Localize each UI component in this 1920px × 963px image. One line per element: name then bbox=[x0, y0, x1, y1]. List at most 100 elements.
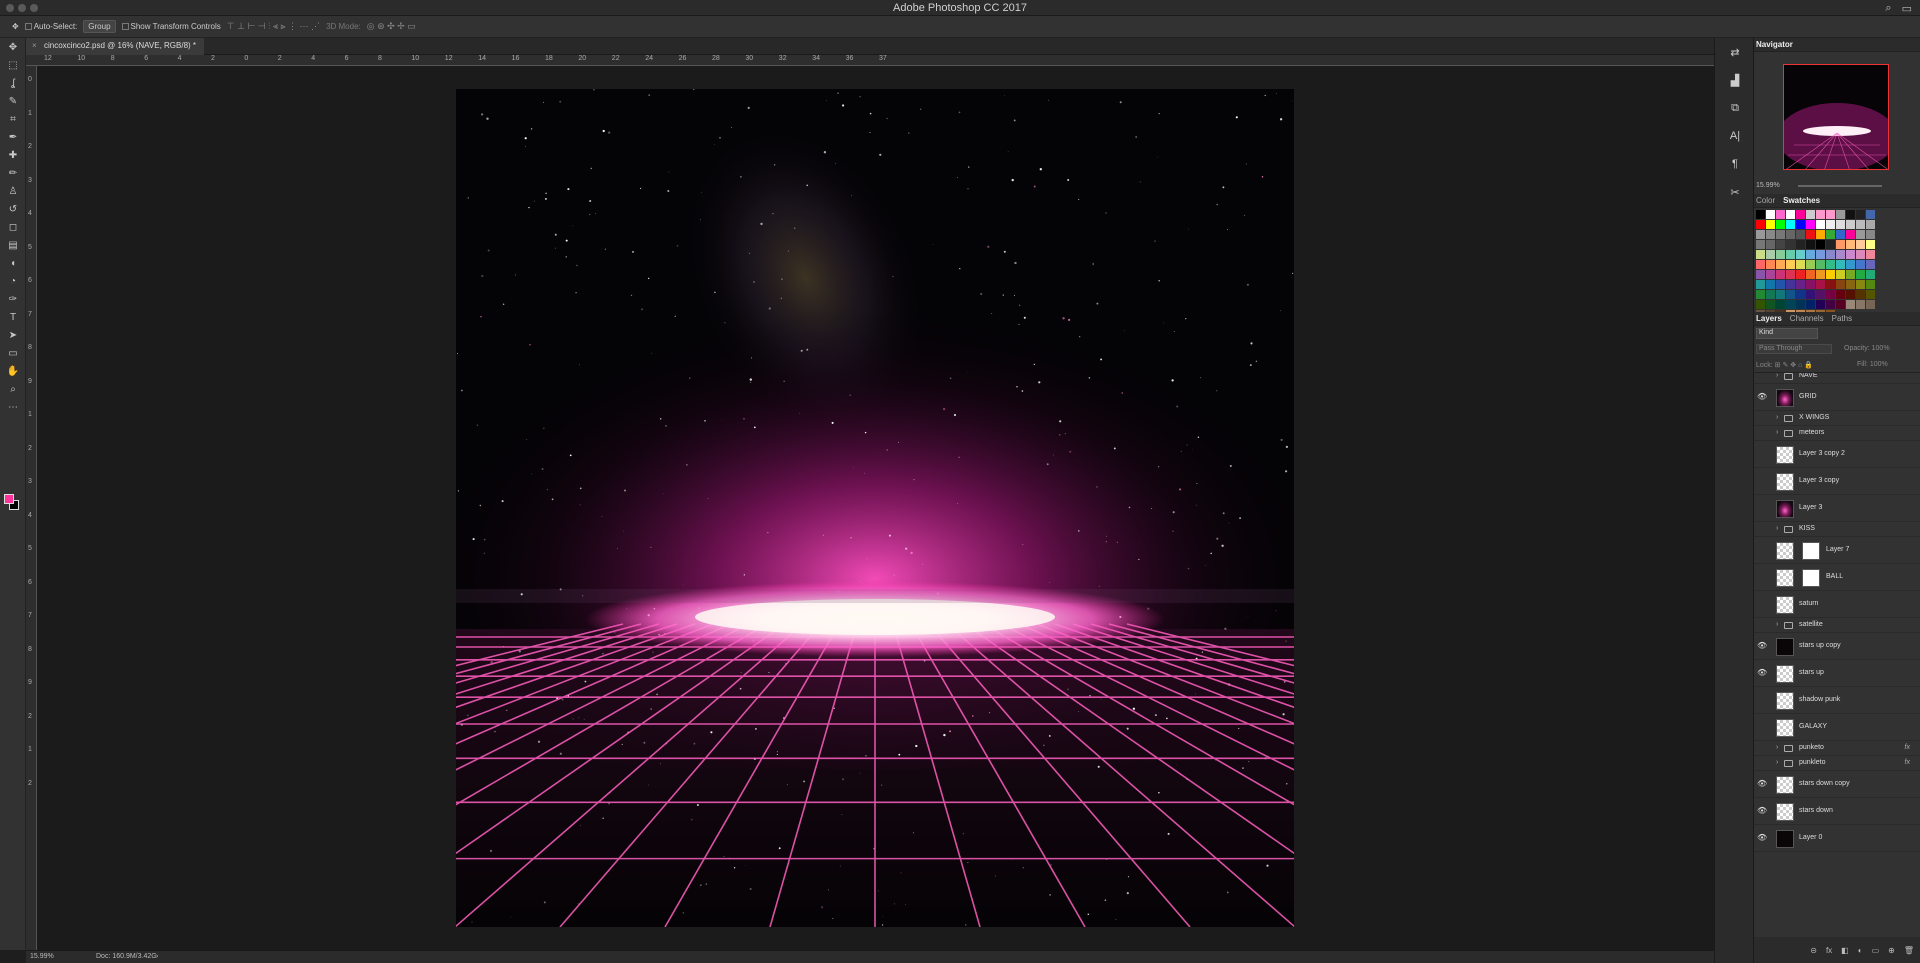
tab-layers[interactable]: Layers bbox=[1756, 314, 1782, 323]
color-swatch[interactable] bbox=[1816, 270, 1825, 279]
color-swatch[interactable] bbox=[1796, 240, 1805, 249]
rectangle-icon[interactable]: ▭ bbox=[0, 344, 26, 362]
color-swatch[interactable] bbox=[1776, 280, 1785, 289]
color-swatch[interactable] bbox=[1816, 260, 1825, 269]
color-swatch[interactable] bbox=[1826, 210, 1835, 219]
color-swatch[interactable] bbox=[1756, 210, 1765, 219]
color-swatch[interactable] bbox=[1756, 230, 1765, 239]
zoom-icon[interactable]: ⌕ bbox=[0, 380, 26, 398]
color-swatch[interactable] bbox=[1866, 270, 1875, 279]
color-swatch[interactable] bbox=[1816, 210, 1825, 219]
canvas-area[interactable] bbox=[37, 66, 1714, 950]
color-swatch[interactable] bbox=[1856, 290, 1865, 299]
navigator-thumbnail[interactable] bbox=[1783, 64, 1889, 170]
color-swatch[interactable] bbox=[1806, 210, 1815, 219]
type-icon[interactable]: T bbox=[0, 308, 26, 326]
color-swatch[interactable] bbox=[1796, 210, 1805, 219]
color-swatch[interactable] bbox=[1806, 240, 1815, 249]
color-swatch[interactable] bbox=[1786, 250, 1795, 259]
delete-layer-icon[interactable]: 🗑 bbox=[1904, 946, 1914, 955]
color-swatch[interactable] bbox=[1816, 300, 1825, 309]
lock-controls[interactable]: Lock: ⊞ ✎ ✥ ⌂ 🔒 bbox=[1756, 361, 1813, 369]
color-swatch[interactable] bbox=[1786, 270, 1795, 279]
dodge-icon[interactable]: ◔ bbox=[0, 272, 26, 290]
more-icon[interactable]: ⋯ bbox=[0, 398, 26, 416]
color-swatch[interactable] bbox=[1776, 250, 1785, 259]
color-swatch[interactable] bbox=[1756, 270, 1765, 279]
color-swatch[interactable] bbox=[1786, 280, 1795, 289]
color-swatch[interactable] bbox=[1836, 290, 1845, 299]
history-brush-icon[interactable]: ↺ bbox=[0, 200, 26, 218]
tab-navigator[interactable]: Navigator bbox=[1756, 40, 1793, 49]
move-icon[interactable]: ✥ bbox=[0, 38, 26, 56]
color-swatch[interactable] bbox=[1866, 250, 1875, 259]
layer-mask-thumbnail[interactable] bbox=[1802, 541, 1820, 560]
color-swatch[interactable] bbox=[1766, 240, 1775, 249]
fx-icon[interactable]: fx bbox=[1826, 946, 1832, 955]
layer-row[interactable]: saturn bbox=[1754, 591, 1920, 618]
color-swatch[interactable] bbox=[1866, 240, 1875, 249]
lasso-icon[interactable]: ʆ bbox=[0, 74, 26, 92]
status-arrow-icon[interactable]: › bbox=[156, 953, 158, 960]
visibility-eye-icon[interactable]: 👁 bbox=[1757, 806, 1767, 815]
3d-mode-icons[interactable]: ◎ ⊛ ✣ ✢ ▭ bbox=[367, 21, 416, 32]
color-swatch[interactable] bbox=[1776, 300, 1785, 309]
layer-fx-badge[interactable]: fx bbox=[1905, 744, 1910, 751]
color-swatch[interactable] bbox=[1856, 300, 1865, 309]
navigator-zoom-slider[interactable] bbox=[1798, 185, 1882, 187]
color-swatch[interactable] bbox=[1816, 290, 1825, 299]
tab-paths[interactable]: Paths bbox=[1832, 314, 1852, 323]
color-swatch[interactable] bbox=[1756, 290, 1765, 299]
layer-row[interactable]: BALL bbox=[1754, 564, 1920, 591]
blur-icon[interactable]: ◖ bbox=[0, 254, 26, 272]
color-swatch[interactable] bbox=[1866, 280, 1875, 289]
color-swatch[interactable] bbox=[1766, 210, 1775, 219]
color-swatch[interactable] bbox=[1816, 220, 1825, 229]
healing-icon[interactable]: ✚ bbox=[0, 146, 26, 164]
horizontal-ruler[interactable]: 12 10 8 6 4 2 0 2 4 6 8 10 12 14 16 18 20 22 24 26 28 30 32 34 3… bbox=[26, 55, 1714, 66]
color-swatch[interactable] bbox=[1846, 250, 1855, 259]
layer-fx-badge[interactable]: fx bbox=[1905, 759, 1910, 766]
hand-icon[interactable]: ✋ bbox=[0, 362, 26, 380]
visibility-eye-icon[interactable]: 👁 bbox=[1757, 833, 1767, 842]
color-swatch[interactable] bbox=[1826, 220, 1835, 229]
color-swatch[interactable] bbox=[1796, 270, 1805, 279]
color-swatch[interactable] bbox=[1756, 240, 1765, 249]
auto-select-checkbox[interactable]: Auto-Select: bbox=[24, 22, 77, 31]
color-swatch[interactable] bbox=[1796, 300, 1805, 309]
color-swatch[interactable] bbox=[1756, 300, 1765, 309]
tab-channels[interactable]: Channels bbox=[1790, 314, 1824, 323]
align-icons[interactable]: ⊤ ⊥ ⊢ ⊣ ⫶ ⫷ ⫸ ⋮ ⋯ ⋰ bbox=[227, 21, 320, 32]
visibility-eye-icon[interactable]: 👁 bbox=[1757, 668, 1767, 677]
tools-preset-icon[interactable]: ✂ bbox=[1715, 178, 1755, 206]
tab-swatches[interactable]: Swatches bbox=[1783, 196, 1820, 205]
color-swatch[interactable] bbox=[1826, 270, 1835, 279]
quick-select-icon[interactable]: ✎ bbox=[0, 92, 26, 110]
color-swatch[interactable] bbox=[1826, 280, 1835, 289]
document-tab[interactable]: × cincoxcinco2.psd @ 16% (NAVE, RGB/8) * bbox=[26, 38, 205, 55]
color-swatch[interactable] bbox=[1766, 250, 1775, 259]
layer-row[interactable]: 👁 stars down bbox=[1754, 798, 1920, 825]
layer-row[interactable]: shadow punk bbox=[1754, 687, 1920, 714]
move-tool-icon[interactable]: ✥ bbox=[12, 22, 19, 31]
color-swatch[interactable] bbox=[1796, 230, 1805, 239]
color-swatch[interactable] bbox=[1766, 280, 1775, 289]
color-swatch[interactable] bbox=[1816, 240, 1825, 249]
color-swatch[interactable] bbox=[1856, 270, 1865, 279]
marquee-icon[interactable]: ⬚ bbox=[0, 56, 26, 74]
color-swatch[interactable] bbox=[1856, 260, 1865, 269]
stamp-icon[interactable]: ♙ bbox=[0, 182, 26, 200]
color-swatch[interactable] bbox=[1786, 300, 1795, 309]
visibility-eye-icon[interactable]: 👁 bbox=[1757, 641, 1767, 650]
layer-row[interactable]: GALAXY bbox=[1754, 714, 1920, 741]
color-swatch[interactable] bbox=[1786, 230, 1795, 239]
color-swatch[interactable] bbox=[1866, 230, 1875, 239]
expand-group-icon[interactable]: › bbox=[1776, 621, 1778, 628]
color-swatch[interactable] bbox=[1786, 240, 1795, 249]
layer-row[interactable]: 👁 stars up bbox=[1754, 660, 1920, 687]
color-swatch[interactable] bbox=[1836, 270, 1845, 279]
visibility-eye-icon[interactable]: 👁 bbox=[1757, 779, 1767, 788]
eyedropper-icon[interactable]: ✒ bbox=[0, 128, 26, 146]
character-icon[interactable]: A| bbox=[1715, 122, 1755, 150]
color-swatch[interactable] bbox=[1766, 260, 1775, 269]
